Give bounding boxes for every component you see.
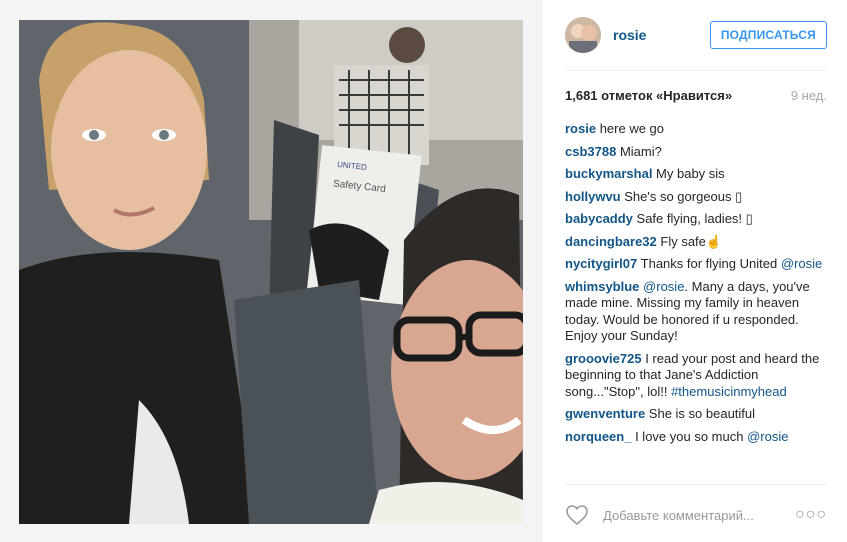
post-photo[interactable]: UNITED Safety Card [19,20,523,524]
comment-username[interactable]: gwenventure [565,406,645,421]
comment-username[interactable]: rosie [565,121,596,136]
comment-mention[interactable]: @rosie [781,256,822,271]
comment-text: She's so gorgeous ▯ [620,188,743,204]
comment-item: nycitygirl07 Thanks for flying United @r… [565,256,829,273]
comment-text: Fly safe☝ [656,233,723,249]
comment-username[interactable]: grooovie725 [565,351,642,366]
post-header: rosie ПОДПИСАТЬСЯ [565,16,827,54]
comment-text: Miami? [616,143,662,159]
post-sidebar: rosie ПОДПИСАТЬСЯ 1,681 отметок «Нравитс… [543,0,847,542]
more-options-icon[interactable]: ○○○ [795,506,827,524]
comment-footer: ○○○ [565,500,827,530]
comment-text: She is so beautiful [645,406,756,421]
comment-text: Thanks for flying United [637,256,781,271]
comment-text: here we go [596,121,665,136]
comment-item: norqueen_ I love you so much @rosie [565,429,829,446]
follow-button[interactable]: ПОДПИСАТЬСЯ [709,21,827,49]
comment-username[interactable]: norqueen_ [565,429,631,444]
comment-item: buckymarshal My baby sis [565,166,829,183]
avatar[interactable] [565,17,601,53]
comment-username[interactable]: csb3788 [565,144,616,159]
comment-list: rosie here we go csb3788 Miami? buckymar… [565,121,829,451]
comment-text: Safe flying, ladies! ▯ [632,211,753,226]
comment-item: rosie here we go [565,121,829,138]
footer-divider [565,484,827,485]
comment-username[interactable]: whimsyblue [565,279,639,294]
likes-count[interactable]: 1,681 отметок «Нравится» [565,88,732,103]
comment-item: grooovie725 I read your post and heard t… [565,351,829,401]
comment-hashtag[interactable]: #themusicinmyhead [671,384,787,399]
comment-item: whimsyblue @rosie. Many a days, you've m… [565,279,829,345]
avatar-image [565,17,601,53]
comment-mention[interactable]: @rosie [747,429,788,444]
comment-username[interactable]: dancingbare32 [565,234,657,249]
comment-username[interactable]: nycitygirl07 [565,256,637,271]
comment-mention[interactable]: @rosie [643,279,684,294]
comment-item: babycaddy Safe flying, ladies! ▯ [565,211,829,228]
photo-frame: UNITED Safety Card [0,0,543,542]
post-username[interactable]: rosie [613,27,646,43]
header-divider [565,70,827,71]
add-comment-input[interactable] [601,506,795,524]
comment-item: hollywvu She's so gorgeous ▯ [565,189,829,206]
post-stats: 1,681 отметок «Нравится» 9 нед. [565,88,827,103]
comment-item: dancingbare32 Fly safe☝ [565,234,829,251]
comment-text: I love you so much [631,428,748,444]
comment-text: My baby sis [652,166,725,181]
selfie-image: UNITED Safety Card [19,20,523,524]
heart-icon[interactable] [565,503,589,527]
comment-item: gwenventure She is so beautiful [565,406,829,423]
post-age[interactable]: 9 нед. [791,88,827,103]
comment-item: csb3788 Miami? [565,144,829,161]
comment-username[interactable]: babycaddy [565,211,633,226]
comment-username[interactable]: hollywvu [565,189,621,204]
comment-username[interactable]: buckymarshal [565,166,652,181]
